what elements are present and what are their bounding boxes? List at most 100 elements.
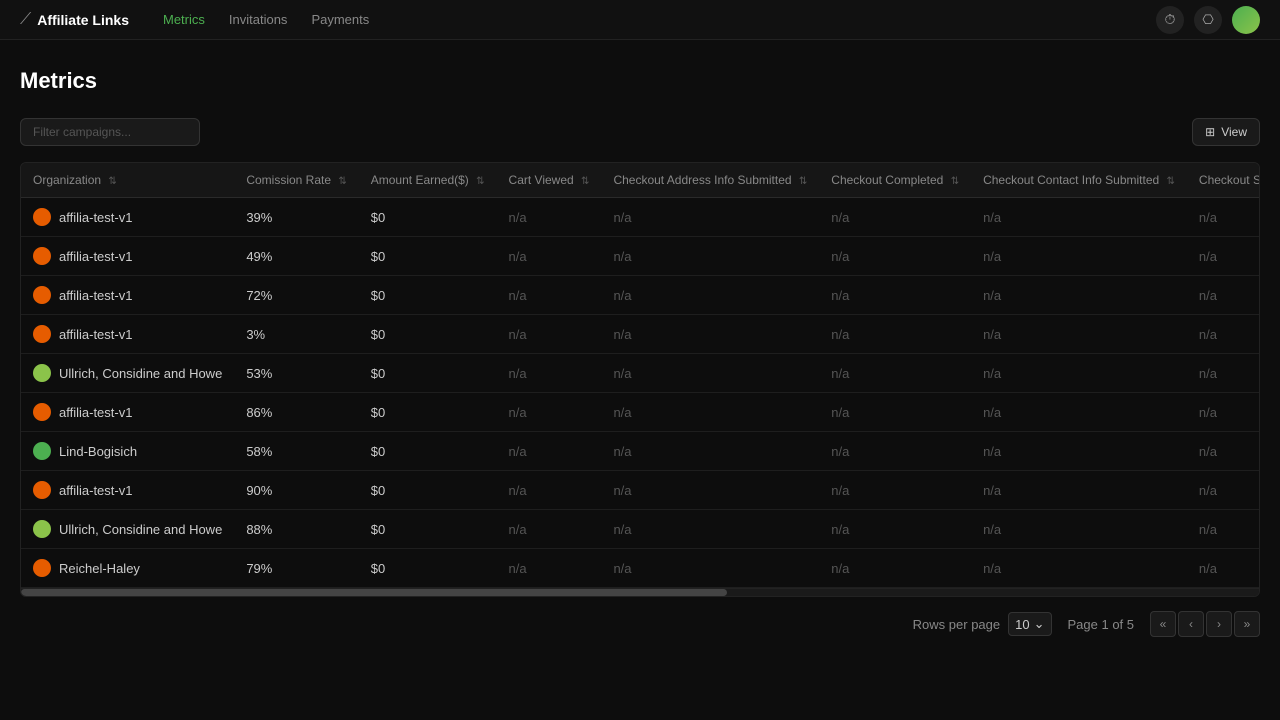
avatar[interactable] — [1232, 6, 1260, 34]
cell-org: affilia-test-v1 — [21, 276, 234, 315]
table-row: affilia-test-v149%$0n/an/an/an/an/a — [21, 237, 1260, 276]
pagination-bar: Rows per page 10 ⌄ Page 1 of 5 « ‹ › » — [20, 597, 1260, 637]
cell-org: affilia-test-v1 — [21, 198, 234, 237]
view-button[interactable]: ⊞ View — [1192, 118, 1260, 146]
org-dot — [33, 481, 51, 499]
cell-checkout_contact: n/a — [971, 276, 1187, 315]
table-row: Lind-Bogisich58%$0n/an/an/an/an/a — [21, 432, 1260, 471]
rows-per-page-select[interactable]: 10 ⌄ — [1008, 612, 1051, 636]
rows-per-page-chevron: ⌄ — [1034, 616, 1045, 632]
cell-checkout_shipping: n/a — [1187, 510, 1260, 549]
cell-checkout_complete: n/a — [819, 471, 971, 510]
header-actions: ⏱ ⎔ — [1156, 6, 1260, 34]
sort-icon-checkout-complete: ⇅ — [951, 176, 959, 187]
filter-input[interactable] — [20, 118, 200, 146]
cell-checkout_contact: n/a — [971, 237, 1187, 276]
discord-icon-button[interactable]: ⎔ — [1194, 6, 1222, 34]
col-checkout-shipping[interactable]: Checkout Shipping Info Submitted ⇅ — [1187, 163, 1260, 198]
cell-checkout_addr: n/a — [601, 393, 819, 432]
org-name: affilia-test-v1 — [59, 327, 132, 342]
sort-icon-org: ⇅ — [108, 176, 116, 187]
cell-checkout_addr: n/a — [601, 276, 819, 315]
col-checkout-contact[interactable]: Checkout Contact Info Submitted ⇅ — [971, 163, 1187, 198]
cell-commission: 86% — [234, 393, 358, 432]
cell-cart: n/a — [497, 237, 602, 276]
timer-icon: ⏱ — [1165, 11, 1176, 28]
org-dot — [33, 325, 51, 343]
cell-commission: 39% — [234, 198, 358, 237]
org-name: affilia-test-v1 — [59, 405, 132, 420]
table-row: affilia-test-v190%$0n/an/an/an/an/a — [21, 471, 1260, 510]
org-name: affilia-test-v1 — [59, 210, 132, 225]
first-page-button[interactable]: « — [1150, 611, 1176, 637]
col-org[interactable]: Organization ⇅ — [21, 163, 234, 198]
col-checkout-addr[interactable]: Checkout Address Info Submitted ⇅ — [601, 163, 819, 198]
horizontal-scrollbar[interactable] — [21, 588, 1259, 596]
cell-org: affilia-test-v1 — [21, 393, 234, 432]
page-info: Page 1 of 5 — [1068, 617, 1135, 632]
rows-per-page: Rows per page 10 ⌄ — [913, 612, 1052, 636]
table-row: affilia-test-v172%$0n/an/an/an/an/a — [21, 276, 1260, 315]
cell-checkout_addr: n/a — [601, 549, 819, 588]
cell-org: Ullrich, Considine and Howe — [21, 510, 234, 549]
nav-item-invitations[interactable]: Invitations — [219, 8, 298, 31]
cell-amount: $0 — [359, 276, 497, 315]
toolbar: ⊞ View — [20, 118, 1260, 146]
cell-commission: 90% — [234, 471, 358, 510]
org-name: affilia-test-v1 — [59, 249, 132, 264]
cell-checkout_contact: n/a — [971, 471, 1187, 510]
last-page-button[interactable]: » — [1234, 611, 1260, 637]
org-name: Ullrich, Considine and Howe — [59, 366, 222, 381]
cell-amount: $0 — [359, 471, 497, 510]
cell-checkout_shipping: n/a — [1187, 549, 1260, 588]
view-label: View — [1221, 125, 1247, 139]
cell-commission: 49% — [234, 237, 358, 276]
next-page-button[interactable]: › — [1206, 611, 1232, 637]
org-dot — [33, 364, 51, 382]
col-commission[interactable]: Comission Rate ⇅ — [234, 163, 358, 198]
org-dot — [33, 247, 51, 265]
cell-checkout_shipping: n/a — [1187, 471, 1260, 510]
col-checkout-complete[interactable]: Checkout Completed ⇅ — [819, 163, 971, 198]
cell-checkout_complete: n/a — [819, 315, 971, 354]
org-name: affilia-test-v1 — [59, 288, 132, 303]
cell-amount: $0 — [359, 393, 497, 432]
prev-page-button[interactable]: ‹ — [1178, 611, 1204, 637]
cell-checkout_contact: n/a — [971, 549, 1187, 588]
cell-checkout_complete: n/a — [819, 198, 971, 237]
org-dot — [33, 286, 51, 304]
cell-cart: n/a — [497, 198, 602, 237]
cell-amount: $0 — [359, 237, 497, 276]
nav-item-metrics[interactable]: Metrics — [153, 8, 215, 31]
cell-amount: $0 — [359, 510, 497, 549]
nav-item-payments[interactable]: Payments — [301, 8, 379, 31]
metrics-table: Organization ⇅ Comission Rate ⇅ Amount E… — [21, 163, 1260, 588]
cell-cart: n/a — [497, 354, 602, 393]
cell-amount: $0 — [359, 354, 497, 393]
sort-icon-checkout-addr: ⇅ — [799, 176, 807, 187]
rows-per-page-label: Rows per page — [913, 617, 1000, 632]
col-cart[interactable]: Cart Viewed ⇅ — [497, 163, 602, 198]
cell-org: Lind-Bogisich — [21, 432, 234, 471]
cell-cart: n/a — [497, 471, 602, 510]
sort-icon-cart: ⇅ — [581, 176, 589, 187]
sort-icon-checkout-contact: ⇅ — [1167, 176, 1175, 187]
cell-commission: 72% — [234, 276, 358, 315]
table-row: affilia-test-v13%$0n/an/an/an/an/a — [21, 315, 1260, 354]
timer-icon-button[interactable]: ⏱ — [1156, 6, 1184, 34]
cell-checkout_shipping: n/a — [1187, 315, 1260, 354]
page-nav: « ‹ › » — [1150, 611, 1260, 637]
cell-org: Reichel-Haley — [21, 549, 234, 588]
cell-cart: n/a — [497, 315, 602, 354]
logo[interactable]: ⟋ Affiliate Links — [20, 11, 129, 29]
table-row: affilia-test-v139%$0n/an/an/an/an/a — [21, 198, 1260, 237]
cell-checkout_contact: n/a — [971, 393, 1187, 432]
scrollbar-thumb[interactable] — [21, 589, 727, 596]
cell-amount: $0 — [359, 432, 497, 471]
logo-text: Affiliate Links — [37, 12, 129, 28]
sort-icon-amount: ⇅ — [476, 176, 484, 187]
cell-cart: n/a — [497, 393, 602, 432]
col-amount[interactable]: Amount Earned($) ⇅ — [359, 163, 497, 198]
cell-checkout_shipping: n/a — [1187, 432, 1260, 471]
cell-commission: 58% — [234, 432, 358, 471]
